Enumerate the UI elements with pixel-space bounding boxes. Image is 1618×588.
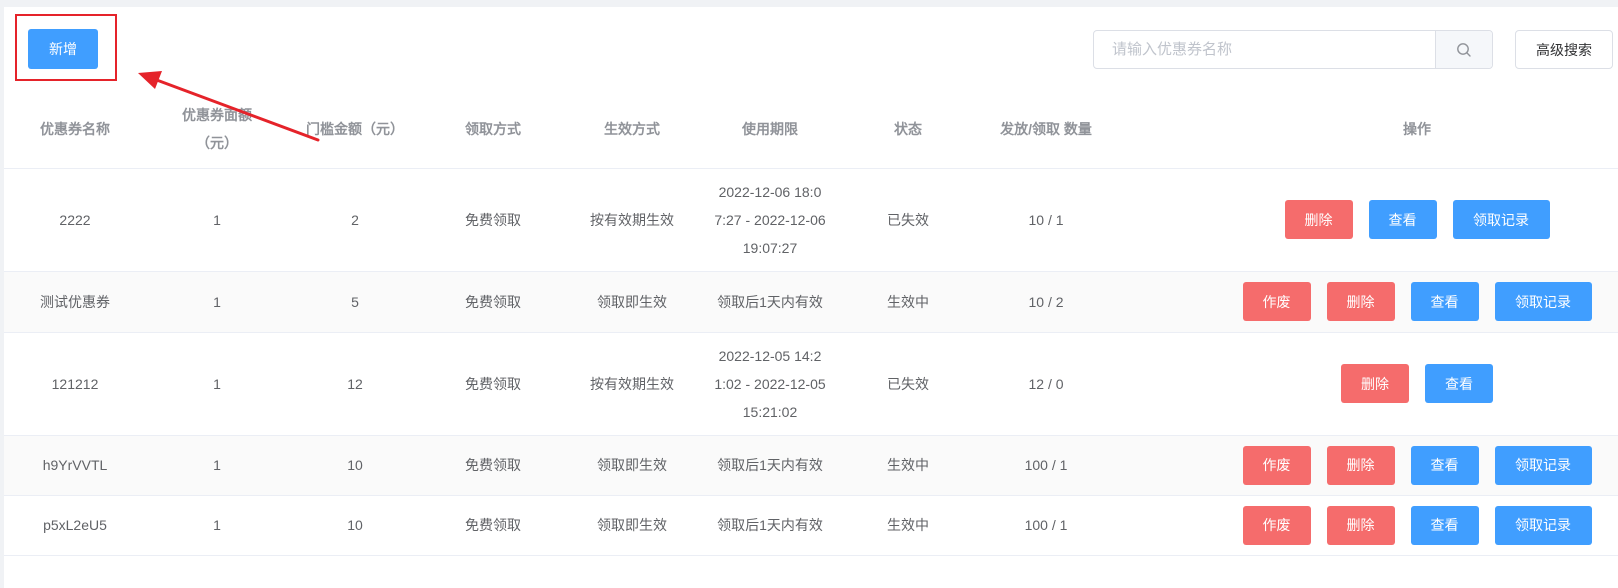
view-button[interactable]: 查看 [1410, 282, 1479, 321]
search-box [1093, 30, 1493, 69]
cell-receive-method: 免费领取 [422, 332, 564, 436]
cell-status: 已失效 [840, 168, 976, 272]
cell-threshold: 10 [288, 435, 422, 496]
view-button[interactable]: 查看 [1410, 505, 1479, 545]
search-input[interactable] [1094, 31, 1435, 68]
cell-threshold: 12 [288, 332, 422, 436]
coupon-table: 优惠券名称 优惠券面额（元） 门槛金额（元） 领取方式 生效方式 使用期限 状态… [4, 91, 1618, 556]
table-row: 121212 1 12 免费领取 按有效期生效 2022-12-05 14:21… [4, 332, 1618, 436]
cell-receive-method: 免费领取 [422, 495, 564, 556]
cell-name: 测试优惠券 [4, 271, 146, 333]
cell-status: 生效中 [840, 495, 976, 556]
col-header-period: 使用期限 [700, 91, 840, 169]
table-row: p5xL2eU5 1 10 免费领取 领取即生效 领取后1天内有效 生效中 10… [4, 495, 1618, 556]
cell-period: 领取后1天内有效 [700, 495, 840, 556]
cell-face-value: 1 [146, 168, 288, 272]
cell-count: 100 / 1 [976, 495, 1116, 556]
cell-effect-method: 领取即生效 [564, 435, 700, 496]
search-button[interactable] [1435, 31, 1492, 68]
coupon-list-panel: 新增 高级搜索 优惠券名称 优惠券面额（元） 门槛金额（元） 领取方式 [4, 7, 1618, 588]
cell-name: 121212 [4, 332, 146, 436]
cell-count: 100 / 1 [976, 435, 1116, 496]
receive-record-button[interactable]: 领取记录 [1494, 505, 1592, 545]
cell-period: 领取后1天内有效 [700, 271, 840, 333]
col-header-effect-method: 生效方式 [564, 91, 700, 169]
delete-button[interactable]: 删除 [1326, 445, 1395, 485]
cell-count: 10 / 2 [976, 271, 1116, 333]
cell-count: 12 / 0 [976, 332, 1116, 436]
col-header-actions: 操作 [1116, 91, 1618, 169]
delete-button[interactable]: 删除 [1341, 364, 1409, 403]
view-button[interactable]: 查看 [1410, 445, 1479, 485]
view-button[interactable]: 查看 [1368, 200, 1437, 239]
toolbar: 新增 高级搜索 [4, 7, 1618, 93]
cell-actions: 删除 查看 领取记录 [1116, 168, 1618, 272]
cell-effect-method: 领取即生效 [564, 271, 700, 333]
cell-threshold: 2 [288, 168, 422, 272]
col-header-receive-method: 领取方式 [422, 91, 564, 169]
cell-face-value: 1 [146, 435, 288, 496]
void-button[interactable]: 作废 [1242, 505, 1311, 545]
table-row: 2222 1 2 免费领取 按有效期生效 2022-12-06 18:07:27… [4, 168, 1618, 272]
cell-name: 2222 [4, 168, 146, 272]
delete-button[interactable]: 删除 [1326, 505, 1395, 545]
cell-effect-method: 按有效期生效 [564, 168, 700, 272]
search-icon [1457, 42, 1471, 57]
cell-actions: 作废 删除 查看 领取记录 [1116, 271, 1618, 333]
view-button[interactable]: 查看 [1425, 364, 1493, 403]
delete-button[interactable]: 删除 [1326, 282, 1395, 321]
receive-record-button[interactable]: 领取记录 [1494, 445, 1592, 485]
col-header-status: 状态 [840, 91, 976, 169]
cell-actions: 作废 删除 查看 领取记录 [1116, 495, 1618, 556]
cell-period: 领取后1天内有效 [700, 435, 840, 496]
col-header-threshold: 门槛金额（元） [288, 91, 422, 169]
cell-receive-method: 免费领取 [422, 435, 564, 496]
cell-period-text: 2022-12-05 14:21:02 - 2022-12-05 15:21:0… [714, 347, 826, 420]
table-row: h9YrVVTL 1 10 免费领取 领取即生效 领取后1天内有效 生效中 10… [4, 435, 1618, 496]
cell-threshold: 10 [288, 495, 422, 556]
cell-receive-method: 免费领取 [422, 271, 564, 333]
cell-receive-method: 免费领取 [422, 168, 564, 272]
cell-effect-method: 按有效期生效 [564, 332, 700, 436]
receive-record-button[interactable]: 领取记录 [1452, 200, 1550, 239]
cell-name: h9YrVVTL [4, 435, 146, 496]
col-header-name: 优惠券名称 [4, 91, 146, 169]
table-header-row: 优惠券名称 优惠券面额（元） 门槛金额（元） 领取方式 生效方式 使用期限 状态… [4, 91, 1618, 169]
cell-effect-method: 领取即生效 [564, 495, 700, 556]
cell-count: 10 / 1 [976, 168, 1116, 272]
table-row: 测试优惠券 1 5 免费领取 领取即生效 领取后1天内有效 生效中 10 / 2… [4, 271, 1618, 333]
delete-button[interactable]: 删除 [1284, 200, 1353, 239]
cell-period-text: 2022-12-06 18:07:27 - 2022-12-06 19:07:2… [714, 183, 826, 256]
receive-record-button[interactable]: 领取记录 [1494, 282, 1592, 321]
cell-status: 生效中 [840, 271, 976, 333]
add-button[interactable]: 新增 [28, 29, 98, 69]
void-button[interactable]: 作废 [1242, 445, 1311, 485]
void-button[interactable]: 作废 [1242, 282, 1311, 321]
cell-period: 2022-12-06 18:07:27 - 2022-12-06 19:07:2… [700, 168, 840, 272]
col-header-face-value: 优惠券面额（元） [146, 91, 288, 169]
advanced-search-button[interactable]: 高级搜索 [1515, 30, 1613, 69]
col-header-face-value-label: 优惠券面额（元） [182, 107, 252, 152]
cell-period: 2022-12-05 14:21:02 - 2022-12-05 15:21:0… [700, 332, 840, 436]
cell-name: p5xL2eU5 [4, 495, 146, 556]
cell-actions: 作废 删除 查看 领取记录 [1116, 435, 1618, 496]
cell-face-value: 1 [146, 495, 288, 556]
cell-actions: 删除 查看 [1116, 332, 1618, 436]
cell-face-value: 1 [146, 271, 288, 333]
cell-threshold: 5 [288, 271, 422, 333]
cell-status: 已失效 [840, 332, 976, 436]
cell-face-value: 1 [146, 332, 288, 436]
col-header-count: 发放/领取 数量 [976, 91, 1116, 169]
cell-status: 生效中 [840, 435, 976, 496]
